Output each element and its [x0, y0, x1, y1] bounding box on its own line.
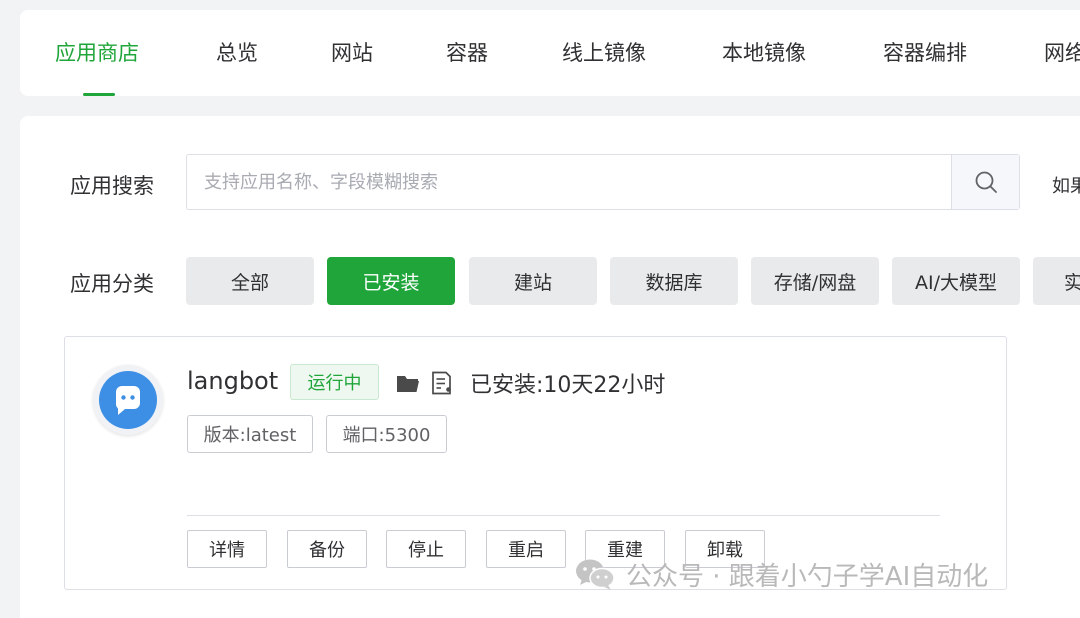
app-list-panel: 应用搜索 如果 应用分类 全部 已安装 建站 数据库 存储/网盘 AI/大模型 … [20, 116, 1080, 618]
details-button[interactable]: 详情 [187, 530, 267, 568]
status-badge: 运行中 [290, 364, 379, 400]
tab-overview[interactable]: 总览 [216, 10, 258, 96]
chat-bubble-icon [99, 371, 157, 429]
search-hint: 如果 [1052, 176, 1080, 197]
folder-button[interactable] [395, 370, 421, 396]
log-button[interactable] [429, 370, 455, 396]
category-storage[interactable]: 存储/网盘 [751, 257, 879, 305]
watermark-text: 公众号 · 跟着小勺子学AI自动化 [626, 561, 989, 592]
app-card: langbot 运行中 已安装:10天22小时 版本:latest 端口:530… [64, 336, 1007, 590]
category-installed[interactable]: 已安装 [327, 257, 455, 305]
tab-online-images[interactable]: 线上镜像 [562, 10, 646, 96]
folder-icon [397, 376, 419, 392]
search-button[interactable] [951, 155, 1019, 209]
wechat-icon [576, 559, 615, 590]
tab-containers[interactable]: 容器 [446, 10, 488, 96]
category-all[interactable]: 全部 [186, 257, 314, 305]
watermark: 公众号 · 跟着小勺子学AI自动化 [574, 554, 988, 594]
backup-button[interactable]: 备份 [287, 530, 367, 568]
version-tag: 版本:latest [187, 415, 313, 453]
category-database[interactable]: 数据库 [610, 257, 738, 305]
search-icon [975, 171, 997, 193]
app-name: langbot [187, 367, 279, 395]
search-label: 应用搜索 [70, 174, 154, 198]
top-tab-bar: 应用商店 总览 网站 容器 线上镜像 本地镜像 容器编排 网络 [20, 10, 1080, 96]
port-tag[interactable]: 端口:5300 [326, 415, 447, 453]
restart-button[interactable]: 重启 [486, 530, 566, 568]
installed-duration: 已安装:10天22小时 [470, 373, 666, 398]
tab-local-images[interactable]: 本地镜像 [722, 10, 806, 96]
card-divider [187, 515, 940, 516]
active-tab-indicator [83, 93, 115, 96]
log-icon [432, 371, 451, 395]
app-avatar[interactable] [93, 365, 163, 435]
category-ai[interactable]: AI/大模型 [892, 257, 1020, 305]
tab-websites[interactable]: 网站 [331, 10, 373, 96]
tab-network[interactable]: 网络 [1044, 10, 1080, 96]
category-website[interactable]: 建站 [469, 257, 597, 305]
search-input[interactable] [187, 155, 951, 209]
category-label: 应用分类 [70, 272, 154, 296]
stop-button[interactable]: 停止 [386, 530, 466, 568]
tab-container-compose[interactable]: 容器编排 [883, 10, 967, 96]
tab-app-store[interactable]: 应用商店 [55, 10, 139, 96]
app-store-page: 应用商店 总览 网站 容器 线上镜像 本地镜像 容器编排 网络 应用搜索 如果 … [0, 0, 1080, 618]
category-utility[interactable]: 实用 [1033, 257, 1080, 305]
search-box [186, 154, 1020, 210]
